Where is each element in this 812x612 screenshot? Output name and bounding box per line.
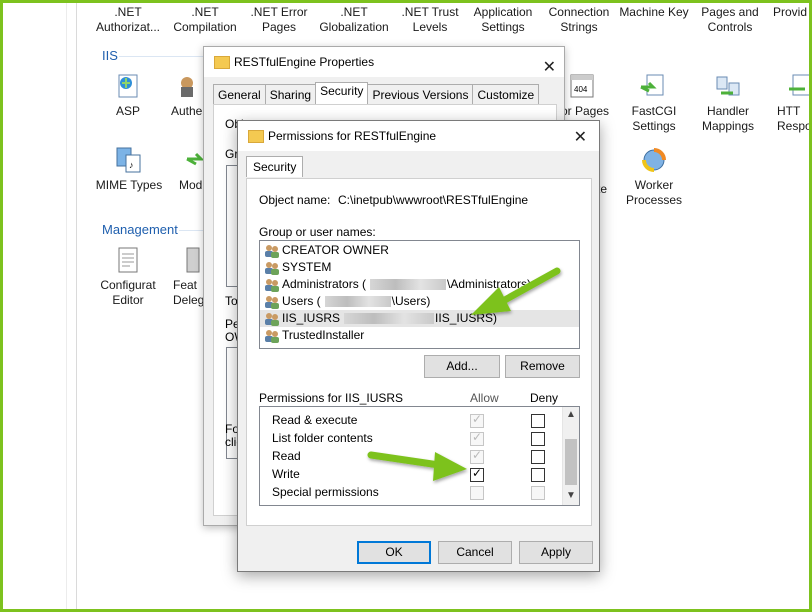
arrow-to-write-checkbox <box>367 451 467 481</box>
arrow-to-iis-iusrs <box>471 267 561 315</box>
annotation-arrows <box>367 267 561 481</box>
screenshot-frame: .NET Authorizat... .NET Compilation .NET… <box>0 0 812 612</box>
